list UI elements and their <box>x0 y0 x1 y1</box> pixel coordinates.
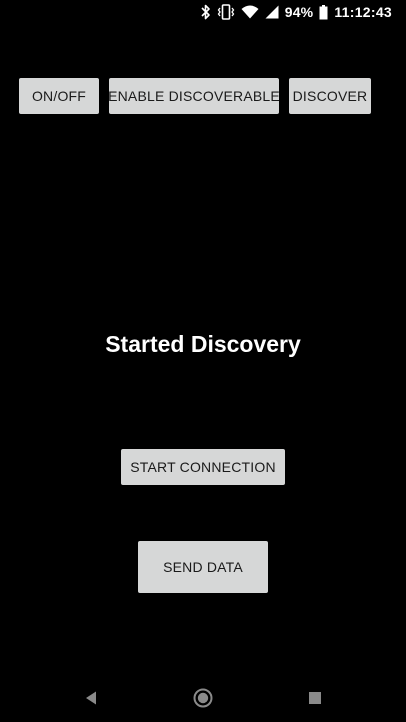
back-icon[interactable] <box>79 686 103 710</box>
wifi-icon <box>241 5 259 19</box>
enable-discoverable-button[interactable]: ENABLE DISCOVERABLE <box>108 78 280 114</box>
navigation-bar <box>0 674 406 722</box>
start-connection-button[interactable]: START CONNECTION <box>121 449 285 485</box>
battery-percent: 94% <box>284 4 314 20</box>
home-icon[interactable] <box>191 686 215 710</box>
discover-button[interactable]: DISCOVER <box>289 78 371 114</box>
signal-icon <box>265 5 279 19</box>
recents-icon[interactable] <box>303 686 327 710</box>
status-message: Started Discovery <box>105 331 301 357</box>
clock: 11:12:43 <box>334 4 392 20</box>
on-off-button[interactable]: ON/OFF <box>19 78 99 114</box>
battery-icon <box>319 4 328 20</box>
status-bar: 94% 11:12:43 <box>0 0 406 24</box>
status-icons: 94% 11:12:43 <box>201 3 392 21</box>
vibrate-icon <box>217 4 235 20</box>
send-data-button[interactable]: SEND DATA <box>138 541 268 593</box>
bluetooth-icon <box>201 4 211 20</box>
